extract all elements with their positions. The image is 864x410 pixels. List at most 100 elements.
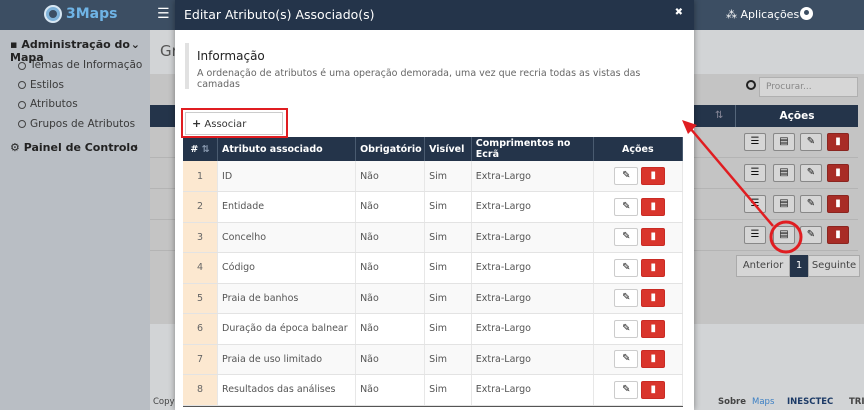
sidebar-item-styles[interactable]: Estilos — [0, 76, 150, 96]
visible-value: Sim — [424, 313, 472, 345]
list-icon[interactable]: ▤ — [773, 133, 795, 151]
pencil-icon: ✎ — [622, 322, 631, 334]
align-icon[interactable]: ☰ — [744, 226, 766, 244]
pencil-icon[interactable]: ✎ — [800, 195, 822, 213]
row-index: 2 — [183, 191, 219, 223]
edit-button[interactable]: ✎ — [614, 380, 639, 399]
pencil-icon[interactable]: ✎ — [800, 164, 822, 182]
attribute-name: Praia de uso limitado — [217, 344, 357, 375]
row-index: 6 — [183, 313, 219, 345]
visible-value: Sim — [424, 252, 472, 284]
sort-icon[interactable]: ⇅ — [715, 110, 723, 121]
attribute-name: ID — [217, 161, 357, 192]
footer-about-link[interactable]: Sobre — [718, 397, 746, 407]
attribute-name: Código — [217, 252, 357, 284]
user-icon[interactable] — [800, 7, 813, 20]
actions-header: Ações — [735, 105, 858, 127]
trash-icon[interactable]: ▮ — [827, 133, 849, 151]
table-row: 2 Entidade Não Sim Extra-Largo ✎ ▮ — [183, 191, 684, 223]
search-input[interactable]: Procurar... — [759, 77, 858, 97]
sidebar-item-label: Temas de Informação — [30, 59, 143, 71]
visible-value: Sim — [424, 191, 472, 223]
hamburger-icon[interactable]: ☰ — [157, 6, 170, 22]
edit-button[interactable]: ✎ — [614, 319, 639, 338]
trash-icon: ▮ — [650, 170, 657, 181]
length-value: Extra-Largo — [471, 161, 594, 192]
delete-button[interactable]: ▮ — [641, 258, 666, 277]
modal-title: Editar Atributo(s) Associado(s) — [184, 7, 375, 22]
footer-logo-maps: Maps — [752, 397, 775, 407]
visible-value: Sim — [424, 222, 472, 253]
sidebar-section-map-admin[interactable]: ▪ Administração do Mapa ⌄ — [0, 30, 150, 64]
row-index: 1 — [183, 161, 219, 192]
delete-button[interactable]: ▮ — [641, 228, 666, 247]
trash-icon[interactable]: ▮ — [827, 195, 849, 213]
edit-button[interactable]: ✎ — [614, 289, 639, 308]
annotation-rectangle — [181, 108, 288, 138]
sidebar-section-label: Painel de Controlo — [23, 141, 138, 154]
app-logo[interactable]: 3Maps — [44, 5, 117, 23]
applications-menu[interactable]: ⁂ Aplicações — [726, 8, 799, 21]
align-icon[interactable]: ☰ — [744, 195, 766, 213]
sidebar: ▪ Administração do Mapa ⌄ Temas de Infor… — [0, 30, 150, 410]
sidebar-item-attribute-groups[interactable]: Grupos de Atributos — [0, 115, 150, 135]
edit-button[interactable]: ✎ — [614, 350, 639, 369]
app-name: 3Maps — [66, 6, 118, 22]
column-header-attribute: Atributo associado — [217, 137, 357, 161]
trash-icon: ▮ — [650, 261, 657, 273]
close-icon[interactable]: ✖ — [675, 7, 683, 18]
table-row: 7 Praia de uso limitado Não Sim Extra-Largo ✎… — [183, 344, 684, 375]
length-value: Extra-Largo — [471, 191, 594, 223]
pager-next-button[interactable]: Seguinte — [808, 255, 860, 277]
pencil-icon[interactable]: ✎ — [800, 133, 822, 151]
sidebar-item-attributes[interactable]: Atributos — [0, 95, 150, 115]
trash-icon[interactable]: ▮ — [827, 226, 849, 244]
pager-prev-button[interactable]: Anterior — [736, 255, 790, 277]
list-icon[interactable]: ▤ — [773, 226, 795, 244]
table-row: 8 Resultados das análises Não Sim Extra-Larg… — [183, 374, 684, 406]
pencil-icon: ✎ — [622, 170, 631, 181]
row-actions: ✎ ▮ — [593, 252, 684, 284]
info-title: Informação — [197, 49, 265, 63]
column-header-length: Comprimentos no Ecrã — [471, 137, 594, 161]
sidebar-item-label: Atributos — [30, 98, 78, 110]
align-icon[interactable]: ☰ — [744, 133, 766, 151]
align-icon[interactable]: ☰ — [744, 164, 766, 182]
row-actions: ✎ ▮ — [593, 283, 684, 314]
required-value: Não — [355, 222, 426, 253]
circle-icon — [18, 81, 26, 90]
trash-icon: ▮ — [650, 353, 657, 365]
edit-button[interactable]: ✎ — [614, 228, 639, 247]
pencil-icon[interactable]: ✎ — [800, 226, 822, 244]
list-icon[interactable]: ▤ — [773, 195, 795, 213]
globe-logo-icon — [44, 5, 62, 23]
row-index: 5 — [183, 283, 219, 314]
column-header-index[interactable]: # ⇅ — [183, 137, 219, 161]
required-value: Não — [355, 374, 426, 406]
length-value: Extra-Largo — [471, 252, 594, 284]
edit-associated-attributes-modal: Editar Atributo(s) Associado(s) ✖ Inform… — [175, 0, 694, 410]
list-icon[interactable]: ▤ — [773, 164, 795, 182]
delete-button[interactable]: ▮ — [641, 380, 666, 399]
edit-button[interactable]: ✎ — [614, 197, 639, 216]
info-callout: Informação A ordenação de atributos é um… — [185, 43, 683, 90]
delete-button[interactable]: ▮ — [641, 197, 666, 216]
footer-logo-inesctec: INESCTEC — [787, 397, 834, 407]
trash-icon[interactable]: ▮ — [827, 164, 849, 182]
delete-button[interactable]: ▮ — [641, 167, 666, 185]
pager-current-page[interactable]: 1 — [790, 255, 808, 277]
chevron-left-icon: ‹ — [133, 140, 138, 153]
row-actions: ✎ ▮ — [593, 344, 684, 375]
edit-button[interactable]: ✎ — [614, 167, 639, 185]
length-value: Extra-Largo — [471, 313, 594, 345]
attribute-name: Concelho — [217, 222, 357, 253]
search-icon — [746, 80, 756, 90]
edit-button[interactable]: ✎ — [614, 258, 639, 277]
delete-button[interactable]: ▮ — [641, 350, 666, 369]
trash-icon: ▮ — [650, 322, 657, 334]
sidebar-section-control-panel[interactable]: ⚙ Painel de Controlo ‹ — [0, 134, 150, 158]
delete-button[interactable]: ▮ — [641, 289, 666, 308]
delete-button[interactable]: ▮ — [641, 319, 666, 338]
visible-value: Sim — [424, 374, 472, 406]
table-row: 3 Concelho Não Sim Extra-Largo ✎ ▮ — [183, 222, 684, 253]
